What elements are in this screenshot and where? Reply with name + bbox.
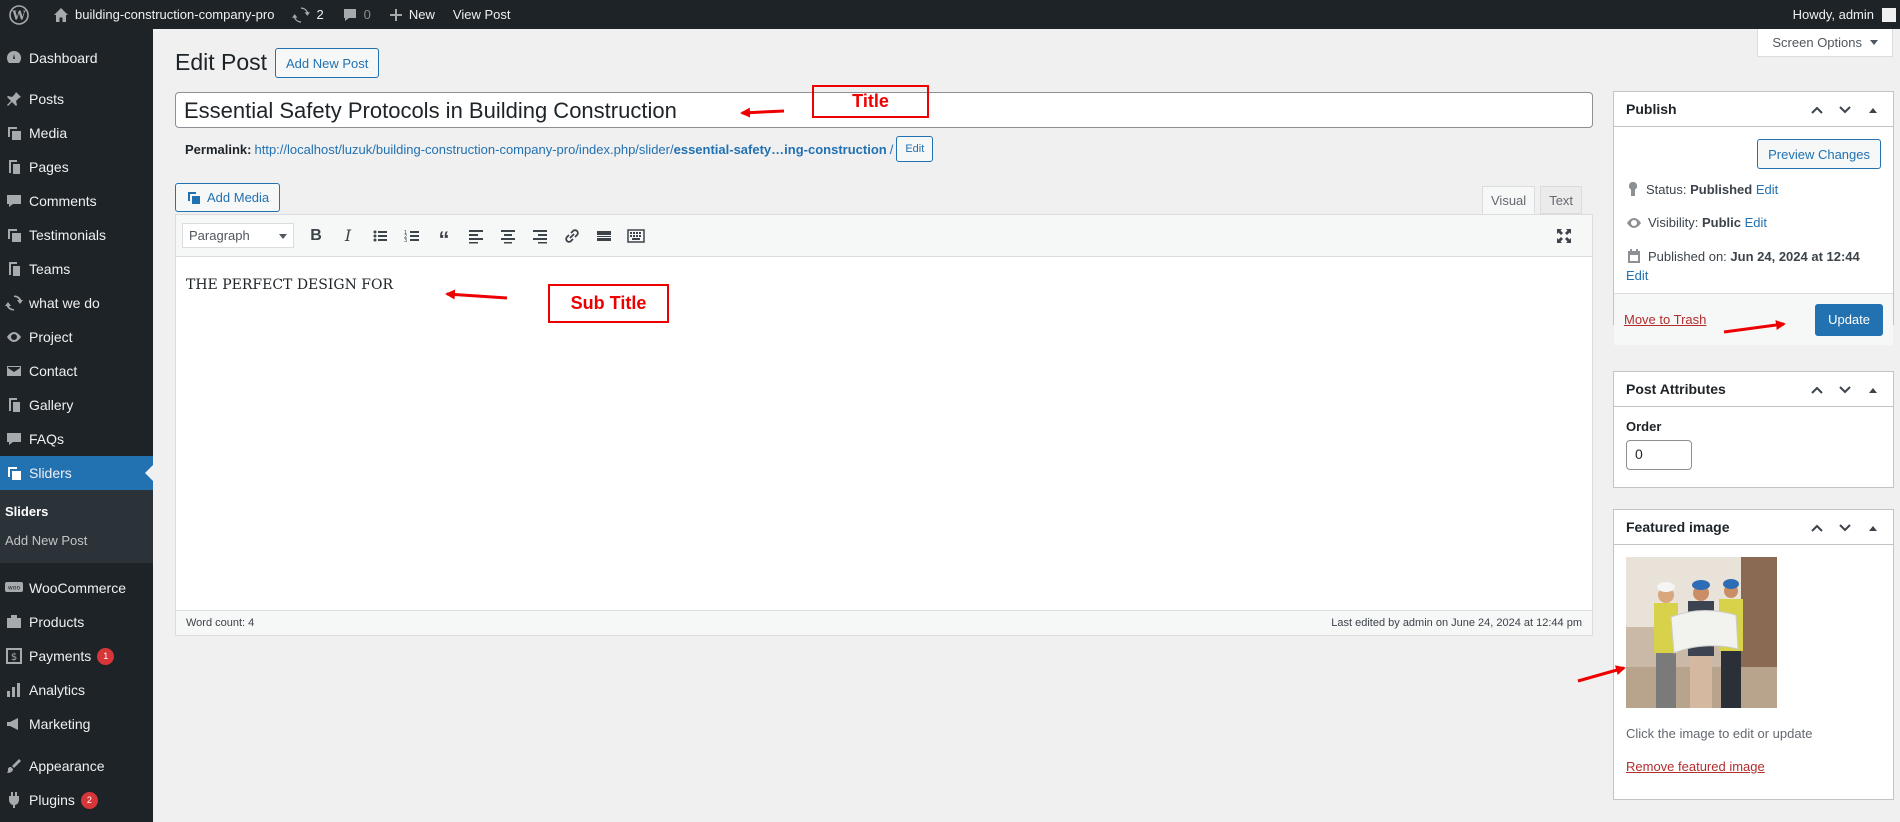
featured-image-arrow [1577, 665, 1626, 683]
title-arrow [740, 107, 785, 118]
update-arrow [1723, 320, 1786, 334]
annotation-arrows [445, 107, 1786, 683]
subtitle-arrow [445, 289, 508, 300]
